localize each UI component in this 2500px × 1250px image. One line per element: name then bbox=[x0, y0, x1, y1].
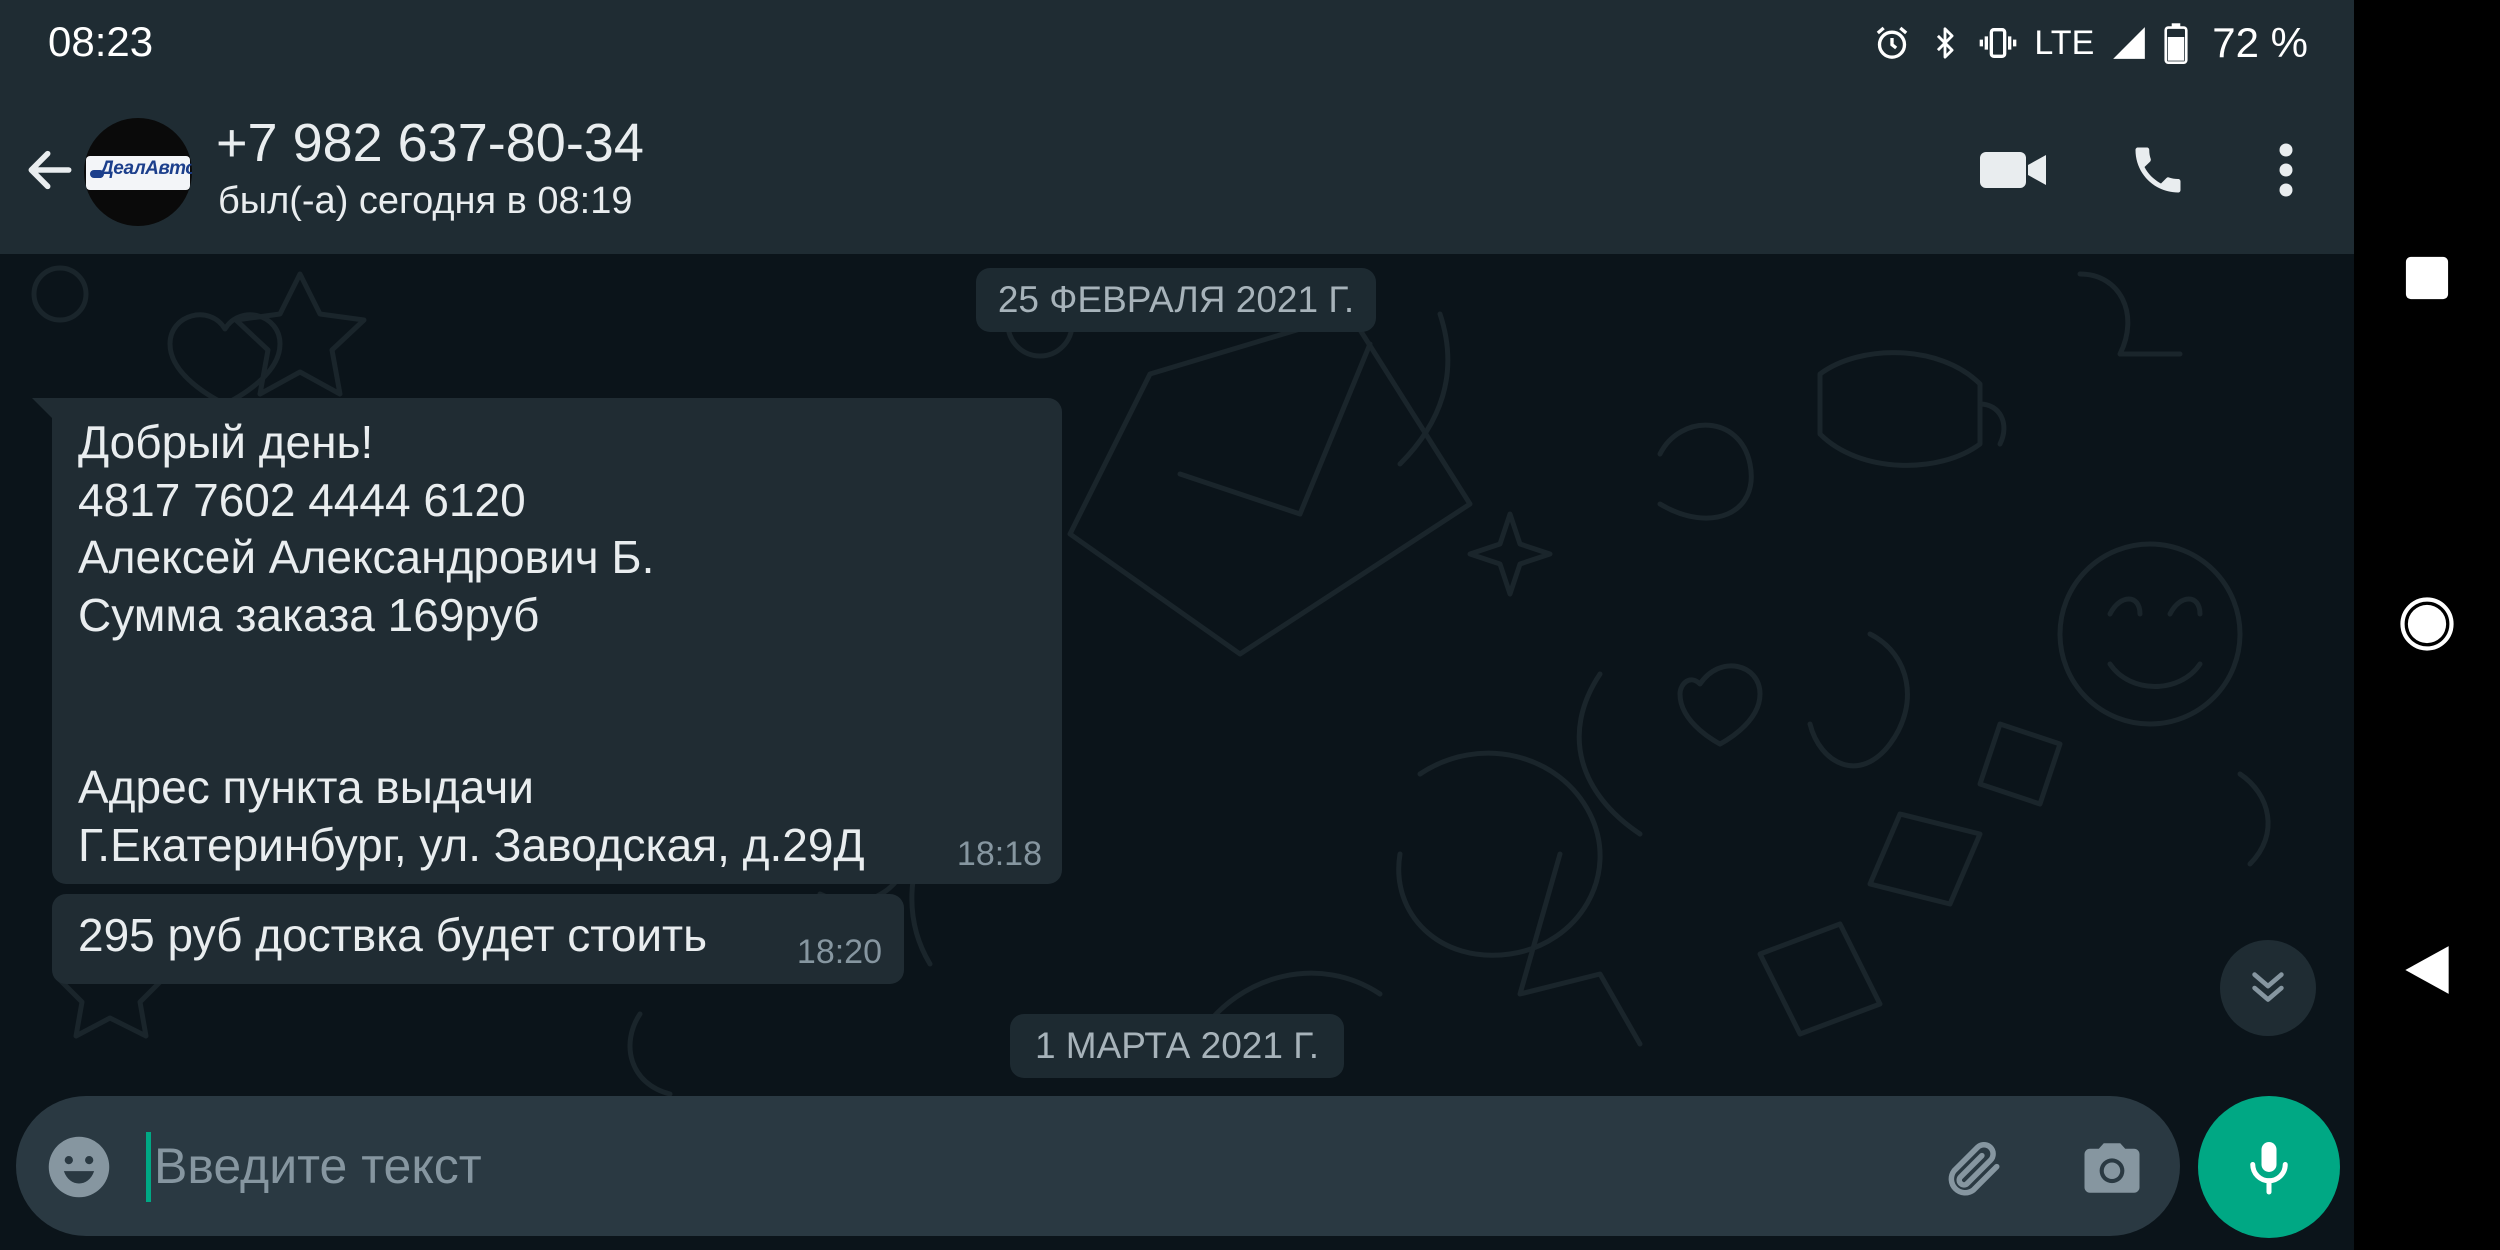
message-text: 295 руб доствка будет стоить bbox=[78, 909, 708, 961]
date-chip: 25 ФЕВРАЛЯ 2021 Г. bbox=[976, 268, 1376, 332]
avatar-logo-text: ДеалАвто bbox=[100, 158, 192, 179]
network-type: LTE bbox=[2034, 23, 2095, 62]
message-line: Добрый день! bbox=[78, 416, 374, 468]
chat-header: ДеалАвто +7 982 637-80-34 был(-а) сегодн… bbox=[0, 86, 2354, 254]
status-time: 08:23 bbox=[48, 18, 154, 65]
status-bar: 08:23 LTE 72 % bbox=[0, 0, 2354, 86]
message-timestamp: 18:20 bbox=[796, 933, 882, 971]
voice-message-button[interactable] bbox=[2198, 1096, 2340, 1238]
system-back-button[interactable] bbox=[2392, 935, 2462, 1005]
back-triangle-icon bbox=[2405, 946, 2449, 994]
bubble-tail bbox=[32, 398, 54, 420]
message-line: Сумма заказа 169руб bbox=[78, 588, 540, 641]
message-input[interactable] bbox=[154, 1128, 1854, 1204]
attach-button[interactable] bbox=[1936, 1132, 2008, 1204]
incoming-message[interactable]: Добрый день! 4817 7602 4444 6120 Алексей… bbox=[32, 398, 1062, 884]
emoji-icon bbox=[48, 1136, 110, 1198]
whatsapp-chat-screen: 08:23 LTE 72 % ДеалАвто +7 982 637-80-34… bbox=[0, 0, 2354, 1250]
message-line bbox=[78, 644, 865, 702]
phone-icon bbox=[2135, 147, 2181, 193]
home-button[interactable] bbox=[2392, 589, 2462, 659]
contact-avatar[interactable]: ДеалАвто bbox=[84, 118, 192, 226]
status-icons: LTE 72 % bbox=[1872, 14, 2308, 72]
back-arrow-icon bbox=[28, 150, 72, 190]
message-composer bbox=[16, 1096, 2180, 1236]
message-line: Алексей Александрович Б. bbox=[78, 531, 655, 583]
battery-percent: 72 % bbox=[2212, 19, 2308, 66]
home-icon bbox=[2400, 597, 2454, 651]
date-chip: 1 МАРТА 2021 Г. bbox=[1010, 1014, 1344, 1078]
bluetooth-icon bbox=[1928, 23, 1962, 63]
battery-icon bbox=[2164, 22, 2188, 64]
paperclip-icon bbox=[1948, 1141, 2000, 1196]
message-list[interactable]: 25 ФЕВРАЛЯ 2021 Г. Добрый день! 4817 760… bbox=[0, 254, 2354, 1104]
signal-icon bbox=[2110, 24, 2148, 62]
message-line bbox=[78, 702, 865, 760]
more-vert-icon bbox=[2279, 143, 2293, 197]
more-options-button[interactable] bbox=[2238, 122, 2334, 218]
text-cursor bbox=[146, 1132, 151, 1202]
emoji-button[interactable] bbox=[46, 1134, 112, 1200]
recents-icon bbox=[2405, 256, 2449, 300]
message-timestamp: 18:18 bbox=[956, 835, 1042, 873]
message-line: Г.Екатеринбург, ул. Заводская, д.29Д bbox=[78, 818, 865, 871]
voice-call-button[interactable] bbox=[2110, 122, 2206, 218]
message-line: Адрес пункта выдачи bbox=[78, 761, 534, 813]
back-button[interactable] bbox=[18, 130, 82, 210]
contact-name[interactable]: +7 982 637-80-34 bbox=[216, 112, 644, 174]
incoming-message[interactable]: 295 руб доствка будет стоить 18:20 bbox=[52, 894, 904, 984]
video-call-button[interactable] bbox=[1966, 122, 2062, 218]
message-text: Добрый день! 4817 7602 4444 6120 Алексей… bbox=[78, 414, 865, 874]
message-line: 4817 7602 4444 6120 bbox=[78, 473, 526, 526]
double-chevron-down-icon bbox=[2252, 972, 2284, 1002]
microphone-icon bbox=[2250, 1142, 2288, 1195]
alarm-icon bbox=[1872, 23, 1912, 63]
contact-last-seen: был(-а) сегодня в 08:19 bbox=[218, 180, 633, 222]
vibrate-icon bbox=[1978, 23, 2018, 63]
camera-button[interactable] bbox=[2076, 1132, 2148, 1204]
scroll-to-bottom-button[interactable] bbox=[2220, 940, 2316, 1036]
video-call-icon bbox=[1980, 152, 2046, 188]
camera-icon bbox=[2084, 1143, 2140, 1193]
recents-button[interactable] bbox=[2392, 243, 2462, 313]
